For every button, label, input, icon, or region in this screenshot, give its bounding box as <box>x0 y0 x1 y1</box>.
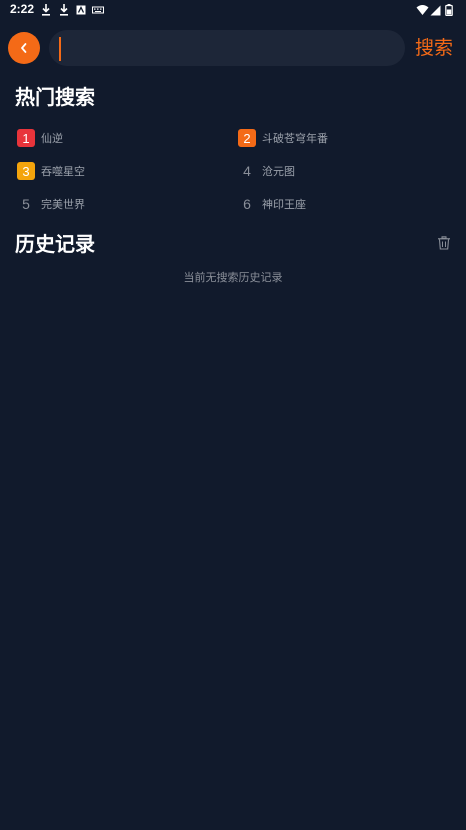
hot-search-name: 吞噬星空 <box>41 165 85 178</box>
hot-search-item-4[interactable]: 4 沧元图 <box>238 161 295 181</box>
search-button[interactable]: 搜索 <box>415 35 453 61</box>
hot-search-name: 沧元图 <box>262 165 295 178</box>
search-box[interactable] <box>49 30 405 66</box>
hot-search-name: 仙逆 <box>41 132 63 145</box>
keyboard-icon <box>92 6 104 14</box>
hot-search-item-3[interactable]: 3 吞噬星空 <box>17 161 85 181</box>
hot-search-name: 神印王座 <box>262 198 306 211</box>
status-time: 2:22 <box>10 2 35 16</box>
hot-search-name: 完美世界 <box>41 198 85 211</box>
search-input[interactable] <box>67 35 387 61</box>
signal-icon <box>430 5 441 16</box>
back-button[interactable] <box>8 32 40 64</box>
rank-number: 6 <box>243 196 251 212</box>
rank-number: 4 <box>243 163 251 179</box>
history-title: 历史记录 <box>15 232 95 256</box>
hot-search-title: 热门搜索 <box>15 85 95 109</box>
rank-badge: 3 <box>17 162 35 180</box>
system-icons <box>416 4 456 16</box>
hot-search-name: 斗破苍穹年番 <box>262 132 328 145</box>
hot-search-item-6[interactable]: 6 神印王座 <box>238 194 306 214</box>
app-notification-icon <box>76 5 86 15</box>
download-icon <box>60 4 68 16</box>
rank-badge: 1 <box>17 129 35 147</box>
trash-icon[interactable] <box>437 236 451 250</box>
rank-number: 5 <box>22 196 30 212</box>
status-bar: 2:22 <box>0 0 466 20</box>
text-cursor <box>59 37 61 61</box>
chevron-left-icon <box>21 43 27 53</box>
battery-icon <box>445 4 453 16</box>
hot-search-item-1[interactable]: 1 仙逆 <box>17 128 63 148</box>
hot-search-item-5[interactable]: 5 完美世界 <box>17 194 85 214</box>
rank-badge: 2 <box>238 129 256 147</box>
wifi-icon <box>416 5 429 15</box>
hot-search-item-2[interactable]: 2 斗破苍穹年番 <box>238 128 328 148</box>
empty-history-text: 当前无搜索历史记录 <box>183 271 283 284</box>
download-icon <box>42 4 50 16</box>
